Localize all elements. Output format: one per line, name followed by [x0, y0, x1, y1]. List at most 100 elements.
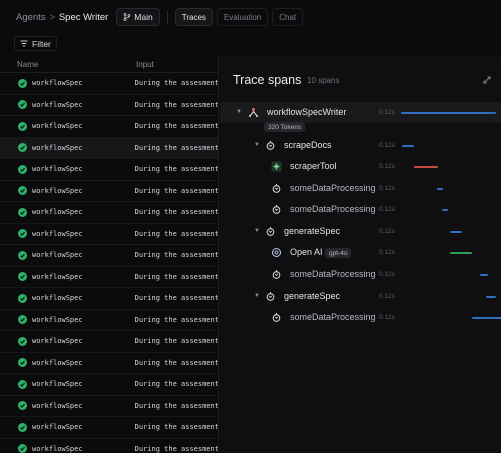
model-badge: gpt-4o — [325, 248, 352, 258]
function-icon — [270, 203, 283, 216]
breadcrumb-agents[interactable]: Agents — [16, 12, 46, 23]
table-row[interactable]: workflowSpec During the assesment — [0, 159, 218, 181]
span-row[interactable]: ▼ scrapeDocs 0.12s — [220, 135, 501, 156]
success-check-icon — [18, 422, 27, 432]
span-row[interactable]: scraperTool 0.12s — [220, 156, 501, 177]
table-row[interactable]: workflowSpec During the assesment — [0, 417, 218, 439]
row-input: During the assesment — [134, 186, 218, 195]
success-check-icon — [18, 336, 27, 346]
span-row[interactable]: someDataProcessing 0.12s — [220, 264, 501, 285]
span-name: Open AI — [290, 247, 323, 257]
row-name: workflowSpec — [32, 315, 83, 324]
row-input: During the assesment — [134, 122, 218, 131]
filter-button[interactable]: Filter — [14, 36, 57, 51]
branch-selector[interactable]: Main — [116, 8, 160, 26]
table-header: Name Input — [0, 57, 218, 73]
span-row[interactable]: someDataProcessing 0.12s — [220, 178, 501, 199]
table-row[interactable]: workflowSpec During the assesment — [0, 310, 218, 331]
row-name: workflowSpec — [32, 444, 83, 453]
table-row[interactable]: workflowSpec During the assesment — [0, 116, 218, 138]
row-name: workflowSpec — [32, 380, 83, 389]
row-name-cell: workflowSpec — [0, 121, 135, 131]
collapse-caret-icon[interactable]: ▼ — [254, 293, 260, 299]
row-name-cell: workflowSpec — [0, 336, 135, 346]
column-name[interactable]: Name — [0, 60, 136, 69]
span-name: scrapeDocs — [284, 140, 332, 150]
span-timeline-bar — [450, 252, 472, 254]
row-name: workflowSpec — [32, 229, 83, 238]
span-duration: 0.12s — [379, 228, 395, 235]
filter-icon — [20, 40, 28, 47]
row-name: workflowSpec — [32, 251, 83, 260]
trace-panel: Trace spans 10 spans ▼ workflowSpecWriter… — [220, 57, 501, 453]
span-name: someDataProcessing — [290, 204, 376, 214]
span-timeline-bar — [442, 209, 448, 211]
table-row[interactable]: workflowSpec During the assesment — [0, 73, 218, 95]
success-check-icon — [18, 401, 27, 411]
row-name-cell: workflowSpec — [0, 379, 135, 389]
top-bar: Agents > Spec Writer Main Traces Evaluat… — [0, 0, 501, 34]
tab-label: Chat — [279, 12, 297, 22]
row-input: During the assesment — [134, 229, 218, 238]
table-row[interactable]: workflowSpec During the assesment — [0, 95, 218, 116]
span-row[interactable]: ▼ generateSpec 0.12s — [220, 221, 501, 242]
table-row[interactable]: workflowSpec During the assesment — [0, 224, 218, 245]
row-input: During the assesment — [134, 251, 218, 260]
table-row[interactable]: workflowSpec During the assesment — [0, 374, 218, 396]
span-duration: 0.12s — [379, 293, 395, 300]
span-row[interactable]: Open AI gpt-4o 0.12s — [220, 242, 501, 263]
table-row[interactable]: workflowSpec During the assesment — [0, 331, 218, 353]
table-row[interactable]: workflowSpec During the assesment — [0, 288, 218, 310]
breadcrumb-separator: > — [49, 12, 55, 22]
collapse-caret-icon[interactable]: ▼ — [254, 228, 260, 234]
row-name: workflowSpec — [32, 122, 83, 131]
column-input[interactable]: Input — [136, 60, 154, 69]
table-row[interactable]: workflowSpec During the assesment — [0, 245, 218, 267]
traces-table: Name Input workflowSpec During the assesm… — [0, 57, 219, 453]
collapse-caret-icon[interactable]: ▼ — [254, 142, 260, 148]
tab-traces[interactable]: Traces — [174, 8, 213, 26]
success-check-icon — [18, 78, 27, 88]
row-input: During the assesment — [134, 165, 218, 174]
row-name: workflowSpec — [32, 143, 83, 152]
span-timeline-bar — [437, 188, 443, 190]
success-check-icon — [18, 229, 27, 239]
table-row[interactable]: workflowSpec During the assesment — [0, 396, 218, 417]
row-name: workflowSpec — [32, 423, 83, 432]
row-name: workflowSpec — [32, 186, 83, 195]
table-row[interactable]: workflowSpec During the assesment — [0, 439, 218, 453]
token-badge: 320 Tokens — [264, 122, 306, 132]
table-row[interactable]: workflowSpec During the assesment — [0, 202, 218, 224]
table-row[interactable]: workflowSpec During the assesment — [0, 181, 218, 202]
row-name: workflowSpec — [32, 208, 83, 217]
success-check-icon — [18, 358, 27, 368]
span-name: generateSpec — [284, 291, 341, 301]
span-row[interactable]: someDataProcessing 0.12s — [220, 307, 501, 328]
table-row[interactable]: workflowSpec During the assesment — [0, 267, 218, 288]
row-input: During the assesment — [134, 143, 218, 152]
success-check-icon — [18, 143, 27, 153]
success-check-icon — [18, 444, 27, 453]
table-row[interactable]: workflowSpec During the assesment — [0, 353, 218, 374]
filter-label: Filter — [32, 38, 51, 49]
row-name-cell: workflowSpec — [0, 164, 135, 174]
table-row[interactable]: workflowSpec During the assesment — [0, 137, 218, 159]
function-icon — [270, 311, 283, 324]
collapse-caret-icon[interactable]: ▼ — [236, 109, 242, 115]
function-icon — [264, 225, 277, 238]
tab-chat[interactable]: Chat — [272, 8, 304, 26]
tab-evaluation[interactable]: Evaluation — [216, 8, 269, 26]
row-input: During the assesment — [134, 380, 218, 389]
span-row[interactable]: ▼ workflowSpecWriter 0.12s — [220, 102, 501, 123]
function-icon — [264, 290, 277, 303]
span-row[interactable]: someDataProcessing 0.12s — [220, 199, 501, 220]
success-check-icon — [18, 250, 27, 260]
row-name-cell: workflowSpec — [0, 401, 135, 411]
span-row[interactable]: ▼ generateSpec 0.12s — [220, 286, 501, 307]
span-timeline-bar — [472, 317, 501, 319]
span-name: generateSpec — [284, 226, 341, 236]
row-name: workflowSpec — [32, 294, 83, 303]
span-name: someDataProcessing — [290, 183, 376, 193]
row-input: During the assesment — [134, 272, 218, 281]
expand-icon[interactable] — [483, 76, 491, 84]
